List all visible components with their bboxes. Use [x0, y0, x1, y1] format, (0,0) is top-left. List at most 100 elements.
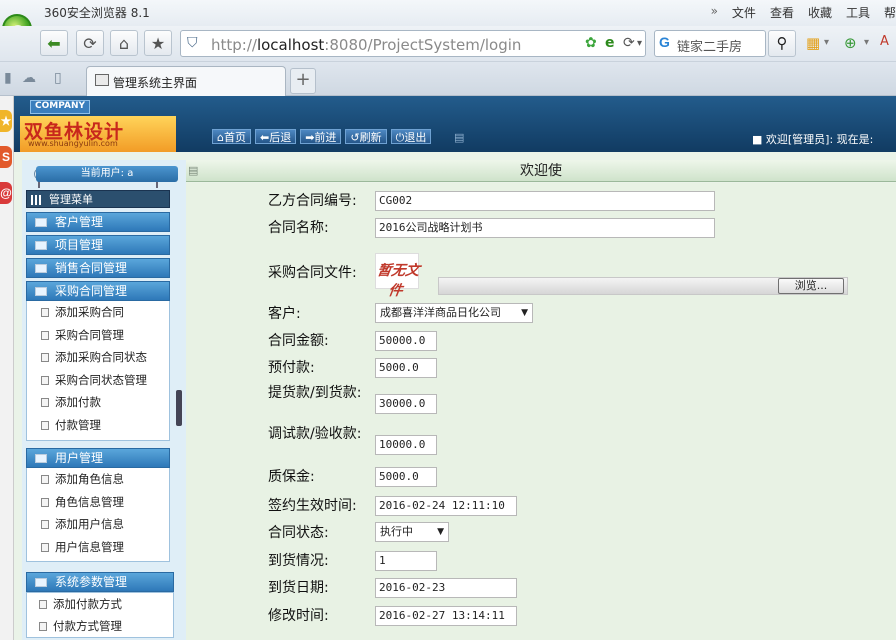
customer-select[interactable]: 成都喜洋洋商品日化公司 ▼ [375, 303, 533, 323]
home-icon: ⌂ [217, 131, 224, 144]
contract-form: 乙方合同编号: CG002 合同名称: 2016公司战略计划书 采购合同文件: … [186, 183, 896, 640]
menu-item-add-contract-status[interactable]: 添加采购合同状态 [27, 346, 169, 369]
debug-pay-field[interactable]: 10000.0 [375, 435, 437, 455]
page-icon[interactable]: ▯ [54, 70, 62, 86]
category-system-params[interactable]: 系统参数管理 [26, 572, 174, 592]
mail-side-icon[interactable]: @ [0, 182, 12, 204]
menu-item-purchase-contract-manage[interactable]: 采购合同管理 [27, 324, 169, 347]
sign-time-field[interactable]: 2016-02-24 12:11:10 [375, 496, 517, 516]
search-box[interactable]: G 链家二手房 [654, 30, 766, 57]
forward-nav-button[interactable]: ➡前进 [300, 129, 342, 144]
app-header: COMPANY 双鱼林设计 www.shuangyulin.com ⌂首页 ⬅后… [14, 96, 896, 152]
menu-title: 管理菜单 [26, 190, 170, 208]
contract-name-field[interactable]: 2016公司战略计划书 [375, 218, 715, 238]
user-submenu: 添加角色信息 角色信息管理 添加用户信息 用户信息管理 [26, 468, 170, 562]
document-icon [39, 600, 47, 609]
extension-icon[interactable]: A [880, 34, 889, 49]
document-icon [39, 622, 47, 631]
prepay-field[interactable]: 5000.0 [375, 358, 437, 378]
refresh-button[interactable]: ⟳ [76, 30, 104, 56]
browse-button[interactable]: 浏览... [778, 278, 844, 294]
apps-grid-icon[interactable]: ▦ [806, 34, 820, 52]
home-icon: ⌂ [118, 33, 130, 53]
menu-item-add-role[interactable]: 添加角色信息 [27, 468, 169, 491]
arrival-field[interactable]: 1 [375, 551, 437, 571]
category-user[interactable]: 用户管理 [26, 448, 170, 468]
category-sales-contract[interactable]: 销售合同管理 [26, 258, 170, 278]
cloud-icon[interactable]: ☁ [22, 70, 36, 86]
category-purchase-contract[interactable]: 采购合同管理 [26, 281, 170, 301]
menu-tools[interactable]: 工具 [846, 4, 870, 21]
home-nav-button[interactable]: ⌂首页 [212, 129, 251, 144]
search-input[interactable]: 链家二手房 [677, 36, 742, 55]
menu-overflow-chevron[interactable]: » [711, 4, 718, 21]
tab-main[interactable]: 管理系统主界面 [86, 66, 286, 96]
amount-field[interactable]: 50000.0 [375, 331, 437, 351]
delivery-pay-field[interactable]: 30000.0 [375, 394, 437, 414]
contract-name-label: 合同名称: [268, 220, 329, 236]
refresh-nav-button[interactable]: ↺刷新 [345, 129, 387, 144]
menu-item-contract-status-manage[interactable]: 采购合同状态管理 [27, 369, 169, 392]
menu-item-role-manage[interactable]: 角色信息管理 [27, 491, 169, 514]
menu-file[interactable]: 文件 [732, 4, 756, 21]
document-icon [41, 353, 49, 363]
search-button[interactable]: ⚲ [768, 30, 796, 57]
menu-item-payment-method-manage[interactable]: 付款方式管理 [27, 615, 173, 637]
sidebar-toggle-icon[interactable]: ▮ [4, 70, 12, 86]
status-select[interactable]: 执行中 ▼ [375, 522, 449, 542]
content-title: 欢迎使 [520, 163, 562, 179]
refresh-icon: ⟳ [83, 33, 97, 53]
address-url[interactable]: http://localhost:8080/ProjectSystem/logi… [211, 36, 521, 54]
browser-navbar: ⬅ ⟳ ⌂ ★ ⛉ http://localhost:8080/ProjectS… [0, 26, 896, 62]
menu-item-user-manage[interactable]: 用户信息管理 [27, 536, 169, 559]
menu-item-payment-manage[interactable]: 付款管理 [27, 414, 169, 437]
document-icon [41, 497, 49, 507]
back-nav-button[interactable]: ⬅后退 [254, 129, 297, 144]
modify-time-field[interactable]: 2016-02-27 13:14:11 [375, 606, 517, 626]
status-label: 合同状态: [268, 525, 329, 541]
favorites-side-icon[interactable]: ★ [0, 110, 12, 132]
security-guard-icon[interactable]: ⊕ [844, 34, 857, 52]
browser-side-panel: ★ S @ [0, 96, 14, 640]
menu-item-add-payment-method[interactable]: 添加付款方式 [27, 593, 173, 615]
menu-item-add-payment[interactable]: 添加付款 [27, 391, 169, 414]
search-engine-icon[interactable]: G [659, 34, 670, 50]
menu-item-add-user[interactable]: 添加用户信息 [27, 513, 169, 536]
folder-icon [35, 454, 47, 463]
back-button[interactable]: ⬅ [40, 30, 68, 56]
address-dropdown-icon[interactable]: ▾ [637, 38, 642, 49]
sidebar-splitter[interactable] [176, 390, 182, 426]
ie-mode-icon[interactable]: e [605, 35, 615, 51]
logout-button[interactable]: ⏻退出 [390, 129, 432, 144]
no-file-image: 暂无文件 [375, 253, 420, 299]
arrival-date-label: 到货日期: [268, 580, 329, 596]
weibo-side-icon[interactable]: S [0, 146, 12, 168]
current-user: 当前用户: a [36, 166, 178, 182]
contract-no-field[interactable]: CG002 [375, 191, 715, 211]
document-icon [41, 520, 49, 530]
category-customer[interactable]: 客户管理 [26, 212, 170, 232]
arrival-date-field[interactable]: 2016-02-23 [375, 578, 517, 598]
menu-item-add-purchase-contract[interactable]: 添加采购合同 [27, 301, 169, 324]
menu-view[interactable]: 查看 [770, 4, 794, 21]
folder-icon [35, 218, 47, 227]
address-refresh-icon[interactable]: ⟳ [623, 35, 635, 51]
new-tab-button[interactable]: + [290, 68, 316, 94]
amount-label: 合同金额: [268, 333, 329, 349]
address-bar[interactable]: ⛉ http://localhost:8080/ProjectSystem/lo… [180, 30, 646, 57]
browser-tabbar: ▮ ☁ ▯ 管理系统主界面 + [0, 62, 896, 96]
document-icon [41, 420, 49, 430]
favorite-button[interactable]: ★ [144, 30, 172, 56]
apps-dropdown-icon[interactable]: ▾ [824, 37, 829, 48]
warranty-field[interactable]: 5000.0 [375, 467, 437, 487]
menu-favorites[interactable]: 收藏 [808, 4, 832, 21]
contract-no-label: 乙方合同编号: [268, 193, 357, 209]
guard-dropdown-icon[interactable]: ▾ [864, 37, 869, 48]
contract-file-label: 采购合同文件: [268, 265, 357, 281]
search-icon: ⚲ [776, 34, 788, 52]
home-button[interactable]: ⌂ [110, 30, 138, 56]
category-project[interactable]: 项目管理 [26, 235, 170, 255]
menu-help[interactable]: 帮 [884, 4, 896, 21]
document-icon [41, 398, 49, 408]
delivery-pay-label: 提货款/到货款: [268, 385, 362, 401]
